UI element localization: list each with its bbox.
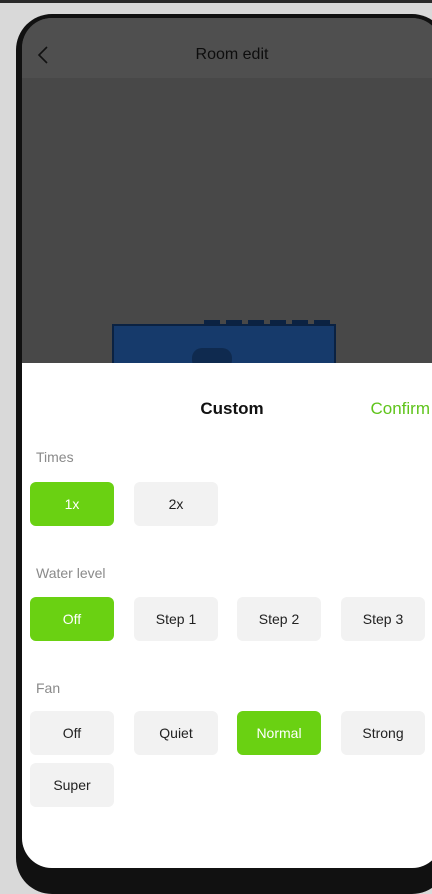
map-wall-segments <box>204 320 334 326</box>
nav-bar: Room edit <box>22 18 432 78</box>
fan-option-quiet[interactable]: Quiet <box>134 711 218 755</box>
times-option-1x[interactable]: 1x <box>30 482 114 526</box>
times-option-2x[interactable]: 2x <box>134 482 218 526</box>
water-level-option-step-2[interactable]: Step 2 <box>237 597 321 641</box>
fan-option-super[interactable]: Super <box>30 763 114 807</box>
fan-label: Fan <box>36 680 61 696</box>
water-level-option-off[interactable]: Off <box>30 597 114 641</box>
page-title: Room edit <box>195 46 269 63</box>
app-screen: Room edit Custom Confirm Times 1x 2x Wat… <box>22 18 432 868</box>
top-border <box>0 0 432 3</box>
confirm-button[interactable]: Confirm <box>370 399 430 419</box>
fan-option-off[interactable]: Off <box>30 711 114 755</box>
fan-option-strong[interactable]: Strong <box>341 711 425 755</box>
fan-option-normal[interactable]: Normal <box>237 711 321 755</box>
times-label: Times <box>36 449 74 465</box>
water-level-label: Water level <box>36 565 106 581</box>
water-level-option-step-3[interactable]: Step 3 <box>341 597 425 641</box>
custom-sheet: Custom Confirm Times 1x 2x Water level O… <box>22 363 432 868</box>
water-level-option-step-1[interactable]: Step 1 <box>134 597 218 641</box>
